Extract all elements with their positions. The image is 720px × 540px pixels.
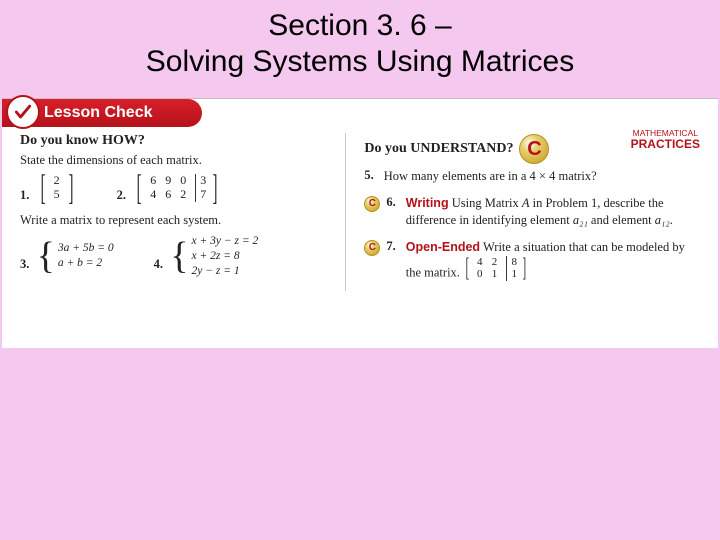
question-6: C 6. Writing Using Matrix A in Problem 1… xyxy=(364,195,700,229)
q1-cell-1: 5 xyxy=(51,188,63,202)
lesson-check-panel: Lesson Check Do you know HOW? State the … xyxy=(2,98,718,348)
q5-number: 5. xyxy=(364,168,373,183)
q1-cell-0: 2 xyxy=(51,174,63,188)
mathematical-practices-label: MATHEMATICAL PRACTICES xyxy=(631,129,700,150)
banner-label: Lesson Check xyxy=(44,104,152,122)
q1-number: 1. xyxy=(20,188,29,202)
q7-matrix: [ 4 2 8 0 1 1 xyxy=(463,256,529,281)
instruction-1: State the dimensions of each matrix. xyxy=(20,153,331,168)
checkmark-icon xyxy=(6,95,40,129)
question-3: 3. { 3a + 5b = 0 a + b = 2 xyxy=(20,241,114,271)
title-line-2: Solving Systems Using Matrices xyxy=(20,44,700,80)
q2-number: 2. xyxy=(117,188,126,202)
q7-number: 7. xyxy=(386,239,395,254)
question-2: 2. [ 6 9 0 3 4 6 xyxy=(117,174,222,203)
lesson-check-banner: Lesson Check xyxy=(2,99,202,127)
column-how: Do you know HOW? State the dimensions of… xyxy=(20,133,346,291)
q6-number: 6. xyxy=(386,195,395,210)
question-1: 1. [ 2 5 ] xyxy=(20,174,77,203)
q3-number: 3. xyxy=(20,257,29,271)
c-badge-icon: C xyxy=(519,134,549,164)
c-badge-icon: C xyxy=(364,240,380,256)
how-heading: Do you know HOW? xyxy=(20,133,331,149)
q5-text: How many elements are in a 4 × 4 matrix? xyxy=(384,168,700,185)
column-understand: MATHEMATICAL PRACTICES Do you UNDERSTAND… xyxy=(346,133,700,291)
question-5: 5. How many elements are in a 4 × 4 matr… xyxy=(364,168,700,185)
c-badge-icon: C xyxy=(364,196,380,212)
question-4: 4. { x + 3y − z = 2 x + 2z = 8 2y − z = … xyxy=(154,234,259,279)
title-line-1: Section 3. 6 – xyxy=(20,8,700,44)
q6-text: Writing Using Matrix A in Problem 1, des… xyxy=(406,195,700,229)
instruction-2: Write a matrix to represent each system. xyxy=(20,213,331,228)
slide-title: Section 3. 6 – Solving Systems Using Mat… xyxy=(0,0,720,98)
q4-number: 4. xyxy=(154,257,163,271)
q7-text: Open-Ended Write a situation that can be… xyxy=(406,239,700,281)
question-7: C 7. Open-Ended Write a situation that c… xyxy=(364,239,700,281)
